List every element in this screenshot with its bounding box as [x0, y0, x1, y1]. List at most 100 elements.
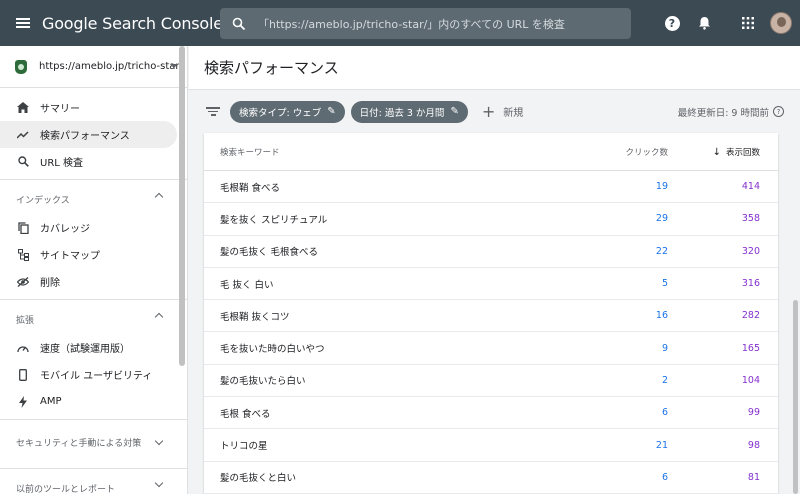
section-title: 拡張: [16, 315, 35, 326]
sidebar-item-sitemaps[interactable]: サイトマップ: [0, 241, 187, 268]
column-header-impressions[interactable]: ↓ 表示回数: [713, 146, 760, 158]
chevron-up-icon: [154, 192, 164, 202]
table-row[interactable]: 毛根 食べる 6 99: [204, 397, 778, 430]
table-row[interactable]: 毛 抜く 白い 5 316: [204, 268, 778, 301]
table-row[interactable]: トリコの星 21 98: [204, 429, 778, 462]
sitemap-icon: [17, 248, 29, 261]
impressions-value: 81: [747, 471, 760, 483]
clicks-value: 5: [661, 278, 668, 290]
divider: [0, 179, 187, 180]
query-text: 毛 抜く 白い: [220, 279, 274, 291]
sidebar-item-label: 削除: [40, 278, 60, 289]
edit-icon: ✎: [450, 106, 459, 117]
column-header-label: 表示回数: [725, 147, 760, 158]
clicks-value: 19: [655, 181, 668, 193]
apps-button[interactable]: [732, 0, 764, 46]
impressions-value: 104: [741, 374, 760, 386]
query-text: トリコの星: [220, 441, 268, 453]
table-row[interactable]: 髪の毛抜いたら白い 2 104: [204, 365, 778, 398]
copy-icon: [17, 221, 29, 234]
query-text: 毛を抜いた時の白いやつ: [220, 344, 325, 356]
notifications-button[interactable]: [688, 0, 720, 46]
sidebar-item-label: カバレッジ: [40, 224, 90, 235]
phone-icon: [17, 368, 29, 381]
column-header-query[interactable]: 検索キーワード: [220, 146, 280, 158]
table-row[interactable]: 髪の毛抜くと白い 6 81: [204, 462, 778, 494]
query-text: 毛根鞘 抜くコツ: [220, 311, 290, 323]
new-filter-button[interactable]: + 新規: [482, 102, 523, 121]
sidebar-scrollbar[interactable]: [179, 46, 185, 366]
clicks-value: 21: [655, 439, 668, 451]
page-header: 検索パフォーマンス: [189, 46, 800, 90]
property-url: https://ameblo.jp/tricho-star/: [39, 61, 183, 72]
sidebar-item-amp[interactable]: AMP: [0, 388, 187, 415]
clicks-value: 16: [655, 310, 668, 322]
section-security-header[interactable]: セキュリティと手動による対策: [0, 424, 187, 464]
clicks-value: 2: [661, 374, 668, 386]
divider: [0, 468, 187, 469]
help-icon: ?: [664, 15, 680, 31]
column-header-clicks[interactable]: クリック数: [625, 146, 668, 158]
sidebar-item-performance[interactable]: 検索パフォーマンス: [0, 121, 177, 148]
clicks-value: 9: [661, 342, 668, 354]
help-circle-icon[interactable]: ?: [773, 106, 784, 117]
sidebar-item-label: 検索パフォーマンス: [40, 131, 130, 142]
search-icon: [17, 156, 29, 168]
impressions-value: 165: [741, 342, 760, 354]
sidebar-item-mobile-usability[interactable]: モバイル ユーザビリティ: [0, 361, 187, 388]
home-icon: [17, 102, 29, 114]
divider: [0, 419, 187, 420]
clicks-value: 29: [655, 213, 668, 225]
search-type-filter-chip[interactable]: 検索タイプ: ウェブ ✎: [230, 100, 345, 123]
url-inspection-search[interactable]: 「https://ameblo.jp/tricho-star/」内のすべての U…: [220, 8, 631, 39]
sidebar-item-label: AMP: [40, 396, 62, 407]
speed-icon: [17, 342, 29, 354]
table-row[interactable]: 毛根鞘 食べる 19 414: [204, 171, 778, 204]
sidebar: https://ameblo.jp/tricho-star/ サマリー 検索パフ…: [0, 46, 188, 494]
table-row[interactable]: 毛を抜いた時の白いやつ 9 165: [204, 332, 778, 365]
section-index-header[interactable]: インデックス: [0, 184, 187, 214]
app-logo[interactable]: Google Search Console: [42, 14, 223, 33]
table-header: 検索キーワード クリック数 ↓ 表示回数: [204, 133, 778, 171]
date-filter-chip[interactable]: 日付: 過去 3 か月間 ✎: [350, 100, 468, 123]
edit-icon: ✎: [327, 106, 336, 117]
filter-icon[interactable]: [206, 105, 220, 118]
dropdown-caret-icon: [170, 64, 178, 68]
chevron-down-icon: [154, 478, 164, 488]
account-avatar[interactable]: [770, 12, 792, 34]
query-text: 髪の毛抜いたら白い: [220, 376, 306, 388]
property-selector[interactable]: https://ameblo.jp/tricho-star/: [0, 46, 187, 88]
sidebar-item-url-inspection[interactable]: URL 検査: [0, 148, 187, 175]
chip-label: 検索タイプ: ウェブ: [239, 107, 322, 119]
bell-icon: [698, 17, 710, 30]
sidebar-item-coverage[interactable]: カバレッジ: [0, 214, 187, 241]
sidebar-item-label: サマリー: [40, 104, 80, 115]
section-legacy-header[interactable]: 以前のツールとレポート: [0, 473, 187, 494]
section-title: セキュリティと手動による対策: [16, 439, 142, 449]
query-text: 髪を抜く スピリチュアル: [220, 214, 328, 226]
bolt-icon: [17, 395, 29, 408]
clicks-value: 22: [655, 245, 668, 257]
table-row[interactable]: 髪の毛抜く 毛根食べる 22 320: [204, 236, 778, 268]
hamburger-icon: [16, 18, 30, 28]
eye-off-icon: [17, 276, 29, 288]
table-row[interactable]: 髪を抜く スピリチュアル 29 358: [204, 203, 778, 236]
search-input[interactable]: 「https://ameblo.jp/tricho-star/」内のすべての U…: [258, 16, 565, 32]
impressions-value: 414: [741, 181, 760, 193]
plus-icon: +: [481, 102, 496, 121]
queries-table: 検索キーワード クリック数 ↓ 表示回数 毛根鞘 食べる 19 414 髪を抜く スピリ…: [204, 133, 778, 494]
sidebar-item-label: サイトマップ: [40, 251, 100, 262]
sidebar-item-label: 速度（試験運用版）: [40, 344, 130, 355]
query-text: 毛根鞘 食べる: [220, 182, 281, 194]
table-row[interactable]: 毛根鞘 抜くコツ 16 282: [204, 300, 778, 333]
sidebar-item-summary[interactable]: サマリー: [0, 94, 187, 121]
main-scrollbar[interactable]: [793, 300, 798, 494]
sidebar-item-speed[interactable]: 速度（試験運用版）: [0, 334, 187, 361]
help-button[interactable]: ?: [656, 0, 688, 46]
section-enhancements-header[interactable]: 拡張: [0, 304, 187, 334]
main-menu-button[interactable]: [0, 0, 46, 46]
page-title: 検索パフォーマンス: [204, 59, 339, 77]
clicks-value: 6: [661, 471, 668, 483]
sidebar-item-removals[interactable]: 削除: [0, 268, 187, 295]
impressions-value: 320: [741, 245, 760, 257]
